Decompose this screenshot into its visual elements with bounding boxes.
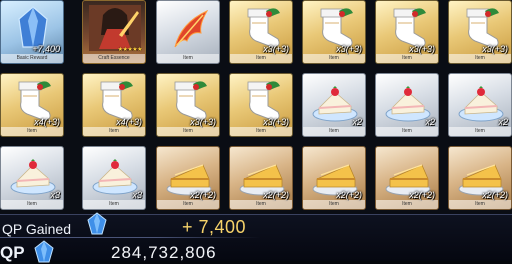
item-count: x4(+3) bbox=[116, 117, 142, 127]
strawberry-cake-item-4[interactable]: x3 Item bbox=[0, 146, 64, 210]
reward-row-2: x4(+3) Item x4(+3) Item x3(+3) Item x3(+3) Item… bbox=[0, 73, 512, 139]
item-type-label: Item bbox=[449, 127, 511, 136]
item-count: x2 bbox=[352, 117, 362, 127]
item-type-label: Item bbox=[230, 200, 292, 209]
stocking-item-1[interactable]: x3(+3) Item bbox=[229, 0, 293, 64]
item-count: x2(+2) bbox=[190, 190, 216, 200]
item-count: +7,400 bbox=[32, 44, 60, 54]
cheesecake-item-2[interactable]: x2(+2) Item bbox=[229, 146, 293, 210]
item-type-label: Item bbox=[83, 127, 145, 136]
item-type-label: Item bbox=[303, 200, 365, 209]
stocking-item-4[interactable]: x3(+3) Item bbox=[448, 0, 512, 64]
strawberry-cake-item-5[interactable]: x3 Item bbox=[82, 146, 146, 210]
cheesecake-item-5[interactable]: x2(+2) Item bbox=[448, 146, 512, 210]
item-type-label: Item bbox=[303, 127, 365, 136]
footer-divider bbox=[0, 237, 260, 238]
item-count: x3(+3) bbox=[263, 117, 289, 127]
saint-quartz-item[interactable]: +7,400 Basic Reward bbox=[0, 0, 64, 64]
cheesecake-item-4[interactable]: x2(+2) Item bbox=[375, 146, 439, 210]
item-type-label: Item bbox=[449, 54, 511, 63]
stocking-item-8[interactable]: x3(+3) Item bbox=[229, 73, 293, 137]
item-count: x2(+2) bbox=[409, 190, 435, 200]
item-type-label: Item bbox=[376, 127, 438, 136]
item-type-label: Item bbox=[1, 200, 63, 209]
qp-gained-value: + 7,400 bbox=[182, 217, 247, 237]
item-count: x3 bbox=[50, 190, 60, 200]
item-type-label: Item bbox=[83, 200, 145, 209]
item-type-label: Item bbox=[449, 200, 511, 209]
item-count: x2 bbox=[498, 117, 508, 127]
strawberry-cake-item-3[interactable]: x2 Item bbox=[448, 73, 512, 137]
cheesecake-item-3[interactable]: x2(+2) Item bbox=[302, 146, 366, 210]
item-count: x3 bbox=[132, 190, 142, 200]
stocking-item-3[interactable]: x3(+3) Item bbox=[375, 0, 439, 64]
item-count: x3(+3) bbox=[409, 44, 435, 54]
item-count: x3(+3) bbox=[336, 44, 362, 54]
qp-crystal-icon bbox=[34, 240, 54, 263]
stocking-item-6[interactable]: x4(+3) Item bbox=[82, 73, 146, 137]
item-count: x3(+3) bbox=[190, 117, 216, 127]
reward-row-3: x3 Item x3 Item x2(+2) Item x2(+2) Item x2(+2) It… bbox=[0, 146, 512, 212]
item-type-label: Craft Essence bbox=[83, 54, 145, 63]
qp-crystal-icon bbox=[87, 212, 107, 235]
phoenix-feather-item[interactable]: Item bbox=[156, 0, 220, 64]
item-count: x3(+3) bbox=[263, 44, 289, 54]
cheesecake-item-1[interactable]: x2(+2) Item bbox=[156, 146, 220, 210]
craft-essence-portrait-icon bbox=[89, 5, 141, 51]
item-type-label: Item bbox=[157, 127, 219, 136]
item-count: x4(+3) bbox=[34, 117, 60, 127]
item-type-label: Item bbox=[1, 127, 63, 136]
stocking-item-5[interactable]: x4(+3) Item bbox=[0, 73, 64, 137]
item-type-label: Basic Reward bbox=[1, 54, 63, 63]
item-type-label: Item bbox=[376, 200, 438, 209]
qp-gained-label: QP Gained bbox=[2, 221, 72, 237]
phoenix-feather-icon bbox=[174, 9, 209, 48]
reward-row-1: +7,400 Basic Reward ★★★★★ Craft Essence Item… bbox=[0, 0, 512, 66]
rarity-stars: ★★★★★ bbox=[117, 47, 143, 53]
qp-label: QP bbox=[0, 243, 25, 262]
strawberry-cake-item-1[interactable]: x2 Item bbox=[302, 73, 366, 137]
qp-total-value: 284,732,806 bbox=[111, 243, 217, 262]
item-count: x2(+2) bbox=[263, 190, 289, 200]
craft-essence-item[interactable]: ★★★★★ Craft Essence bbox=[82, 0, 146, 64]
stocking-item-7[interactable]: x3(+3) Item bbox=[156, 73, 220, 137]
item-count: x3(+3) bbox=[482, 44, 508, 54]
strawberry-cake-item-2[interactable]: x2 Item bbox=[375, 73, 439, 137]
item-type-label: Item bbox=[230, 54, 292, 63]
item-type-label: Item bbox=[230, 127, 292, 136]
item-count: x2(+2) bbox=[482, 190, 508, 200]
item-count: x2(+2) bbox=[336, 190, 362, 200]
item-type-label: Item bbox=[303, 54, 365, 63]
item-count: x2 bbox=[425, 117, 435, 127]
reward-grid: +7,400 Basic Reward ★★★★★ Craft Essence Item… bbox=[0, 0, 512, 214]
item-type-label: Item bbox=[376, 54, 438, 63]
stocking-item-2[interactable]: x3(+3) Item bbox=[302, 0, 366, 64]
item-type-label: Item bbox=[157, 54, 219, 63]
item-type-label: Item bbox=[157, 200, 219, 209]
